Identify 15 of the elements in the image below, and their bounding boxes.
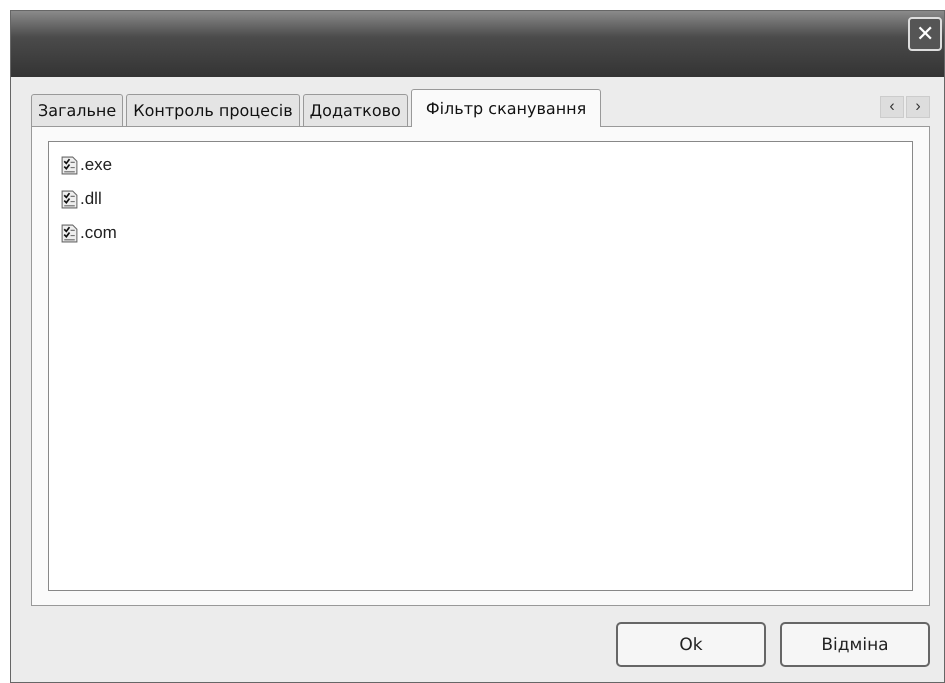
tab[interactable]: Контроль процесів [126,94,300,126]
tab[interactable]: Фільтр сканування [410,89,602,127]
tab[interactable]: Загальне [31,94,124,126]
tab-scroll-button[interactable]: › [906,96,930,118]
dialog-button[interactable]: Ok [616,622,766,667]
checklist-icon [61,224,78,242]
file-extension[interactable]: .com [80,223,117,243]
dialog-button[interactable]: Відміна [780,622,930,667]
tab[interactable]: Додатково [302,94,408,126]
close-button[interactable]: ✕ [908,17,942,51]
tab-scroll-button[interactable]: ‹ [880,96,904,118]
checklist-icon [61,190,78,208]
file-extension[interactable]: .exe [80,155,112,175]
file-extension[interactable]: .dll [80,189,102,209]
checklist-icon [61,156,78,174]
